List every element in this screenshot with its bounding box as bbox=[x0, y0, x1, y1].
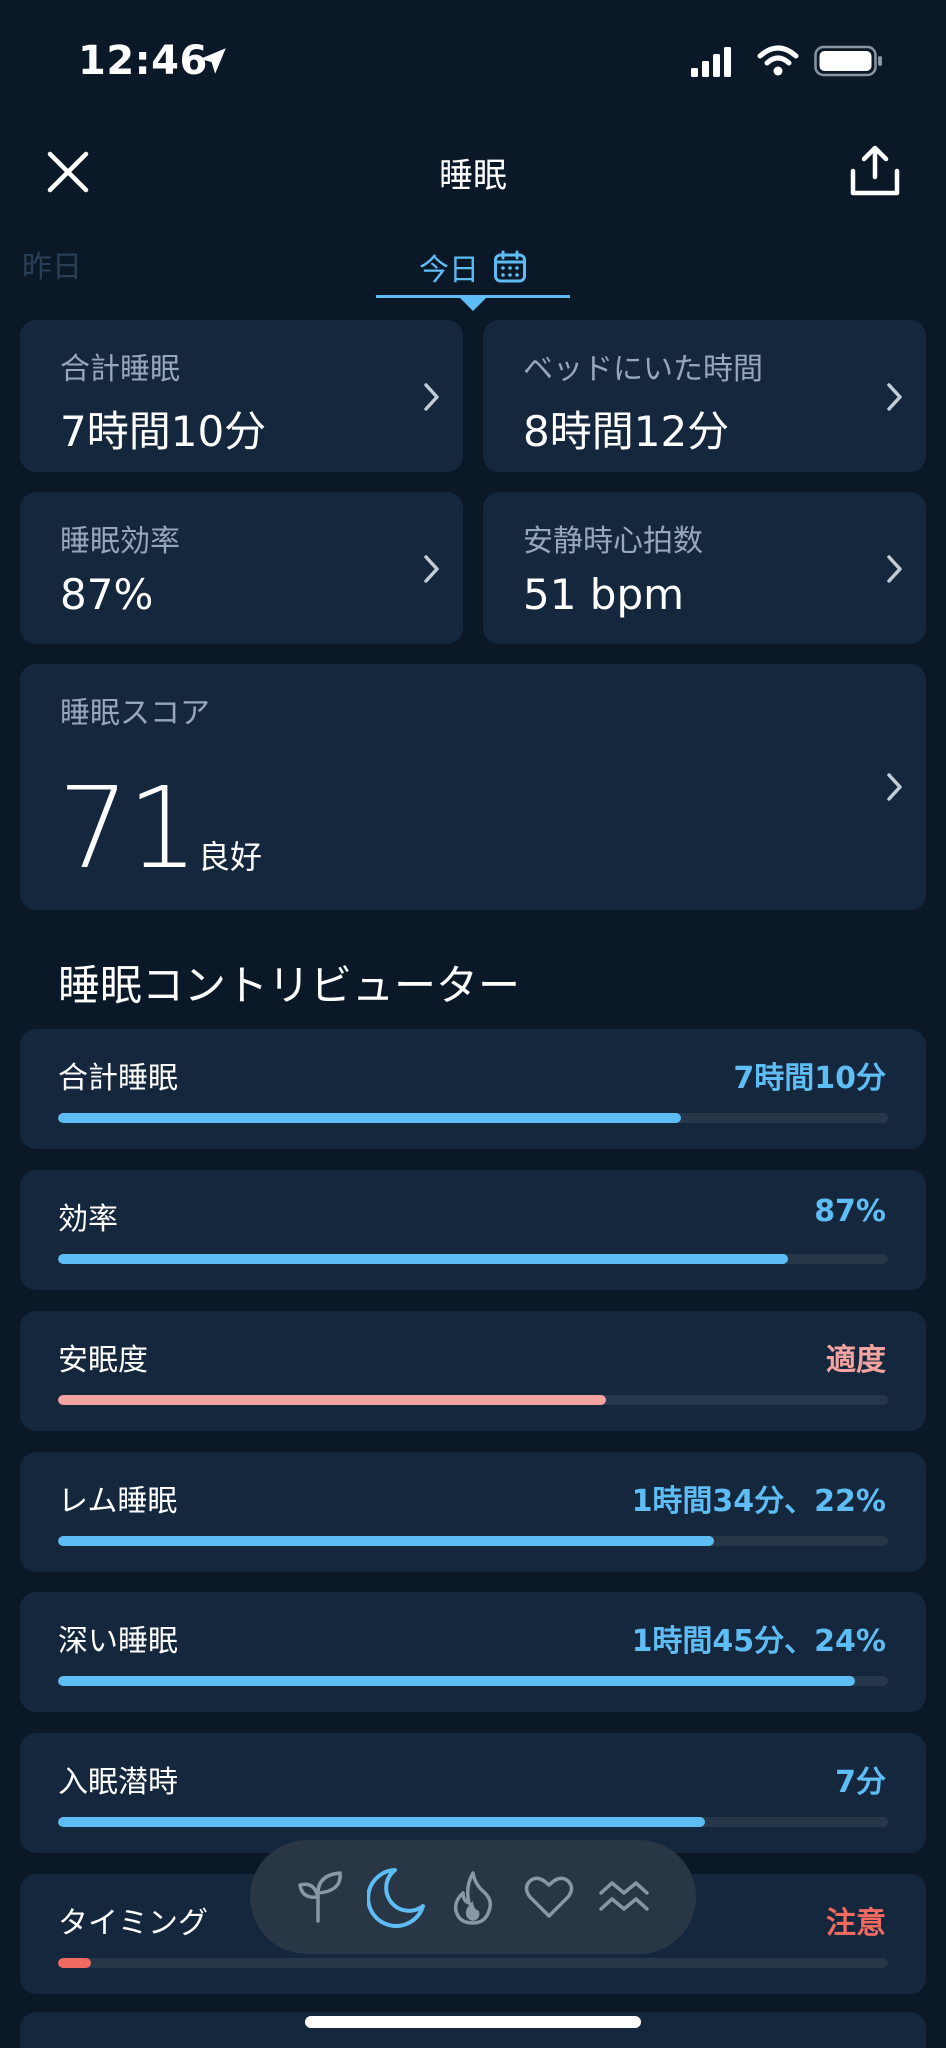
share-icon bbox=[850, 145, 900, 196]
contributor-progress-fill bbox=[58, 1113, 681, 1123]
location-arrow-icon bbox=[200, 48, 226, 74]
metric-label: 睡眠効率 bbox=[60, 524, 180, 559]
flame-icon bbox=[453, 1871, 493, 1925]
contributor-label: 入眠潜時 bbox=[58, 1765, 178, 1800]
metric-value: 8時間12分 bbox=[523, 407, 730, 456]
chevron-right-icon bbox=[424, 383, 439, 411]
sleep-score-label: 睡眠スコア bbox=[60, 696, 210, 731]
metric-value: 51 bpm bbox=[523, 570, 685, 619]
contributor-progress-track bbox=[58, 1113, 888, 1123]
chevron-right-icon bbox=[887, 555, 902, 583]
status-bar: 12:46 bbox=[0, 0, 946, 110]
sleep-score-card[interactable]: 睡眠スコア 71 良好 bbox=[20, 664, 926, 910]
contributor-row-total-sleep[interactable]: 合計睡眠 7時間10分 bbox=[20, 1029, 926, 1149]
metric-label: 合計睡眠 bbox=[60, 352, 180, 387]
contributor-progress-fill bbox=[58, 1676, 855, 1686]
tab-caret bbox=[459, 297, 487, 311]
nav-item-activity[interactable] bbox=[443, 1862, 503, 1932]
nav-item-readiness[interactable] bbox=[292, 1862, 352, 1932]
status-time: 12:46 bbox=[78, 38, 208, 84]
contributor-value: 1時間34分、22% bbox=[631, 1484, 886, 1519]
contributor-progress-track bbox=[58, 1254, 888, 1264]
contributor-label: レム睡眠 bbox=[58, 1484, 178, 1519]
contributor-row-efficiency[interactable]: 効率 87% bbox=[20, 1170, 926, 1290]
home-indicator[interactable] bbox=[305, 2016, 641, 2028]
contributor-progress-track bbox=[58, 1395, 888, 1405]
contributor-progress-fill bbox=[58, 1254, 789, 1264]
waves-icon bbox=[599, 1881, 649, 1911]
contributor-row-restfulness[interactable]: 安眠度 適度 bbox=[20, 1311, 926, 1431]
header: 睡眠 bbox=[0, 120, 946, 220]
metric-label: 安静時心拍数 bbox=[523, 524, 703, 559]
chevron-right-icon bbox=[424, 555, 439, 583]
contributor-row-rem-sleep[interactable]: レム睡眠 1時間34分、22% bbox=[20, 1452, 926, 1572]
contributor-value: 適度 bbox=[826, 1343, 886, 1378]
contributor-progress-fill bbox=[58, 1536, 714, 1546]
contributor-row-deep-sleep[interactable]: 深い睡眠 1時間45分、24% bbox=[20, 1592, 926, 1712]
contributor-label: 安眠度 bbox=[58, 1343, 148, 1378]
contributor-progress-track bbox=[58, 1536, 888, 1546]
moon-icon bbox=[367, 1868, 426, 1928]
contributor-label: 合計睡眠 bbox=[58, 1061, 178, 1096]
contributor-progress-track bbox=[58, 1817, 888, 1827]
contributor-progress-fill bbox=[58, 1958, 92, 1968]
bottom-nav bbox=[250, 1840, 696, 1954]
metric-card-sleep-efficiency[interactable]: 睡眠効率 87% bbox=[20, 492, 463, 644]
tab-yesterday[interactable]: 昨日 bbox=[22, 242, 82, 286]
contributor-value: 87% bbox=[814, 1194, 886, 1229]
contributor-progress-track bbox=[58, 1676, 888, 1686]
contributor-label: 効率 bbox=[58, 1202, 118, 1237]
sleep-score-value: 71 bbox=[58, 764, 199, 894]
nav-item-trends[interactable] bbox=[594, 1862, 654, 1932]
metric-value: 87% bbox=[60, 570, 154, 619]
metric-label: ベッドにいた時間 bbox=[523, 352, 763, 387]
chevron-right-icon bbox=[887, 383, 902, 411]
metric-card-time-in-bed[interactable]: ベッドにいた時間 8時間12分 bbox=[483, 320, 926, 472]
contributor-value: 7分 bbox=[835, 1765, 886, 1800]
contributor-value: 注意 bbox=[826, 1906, 886, 1941]
contributor-row-latency[interactable]: 入眠潜時 7分 bbox=[20, 1733, 926, 1853]
contributor-progress-fill bbox=[58, 1817, 706, 1827]
metric-card-resting-heart-rate[interactable]: 安静時心拍数 51 bpm bbox=[483, 492, 926, 644]
contributor-label: 深い睡眠 bbox=[58, 1624, 178, 1659]
contributor-value: 7時間10分 bbox=[733, 1061, 886, 1096]
contributors-title: 睡眠コントリビューター bbox=[58, 961, 521, 1010]
heart-icon bbox=[524, 1876, 573, 1918]
nav-item-heart-rate[interactable] bbox=[519, 1862, 579, 1932]
metric-value: 7時間10分 bbox=[60, 407, 267, 456]
tab-today-label: 今日 bbox=[419, 253, 479, 288]
sleep-score-rating: 良好 bbox=[198, 838, 263, 876]
share-button[interactable] bbox=[840, 136, 910, 206]
page-title: 睡眠 bbox=[439, 156, 507, 196]
contributor-label: タイミング bbox=[58, 1906, 208, 1941]
nav-item-sleep[interactable] bbox=[367, 1862, 427, 1932]
contributor-progress-fill bbox=[58, 1395, 606, 1405]
contributor-value: 1時間45分、24% bbox=[631, 1624, 886, 1659]
cellular-signal-icon bbox=[691, 47, 731, 77]
contributor-progress-track bbox=[58, 1958, 888, 1968]
battery-icon bbox=[814, 45, 882, 77]
sprout-icon bbox=[298, 1871, 342, 1923]
chevron-right-icon bbox=[887, 773, 902, 801]
tab-today[interactable]: 今日 bbox=[376, 236, 570, 298]
calendar-icon[interactable] bbox=[493, 250, 527, 284]
metric-card-total-sleep[interactable]: 合計睡眠 7時間10分 bbox=[20, 320, 463, 472]
wifi-icon bbox=[757, 45, 799, 76]
